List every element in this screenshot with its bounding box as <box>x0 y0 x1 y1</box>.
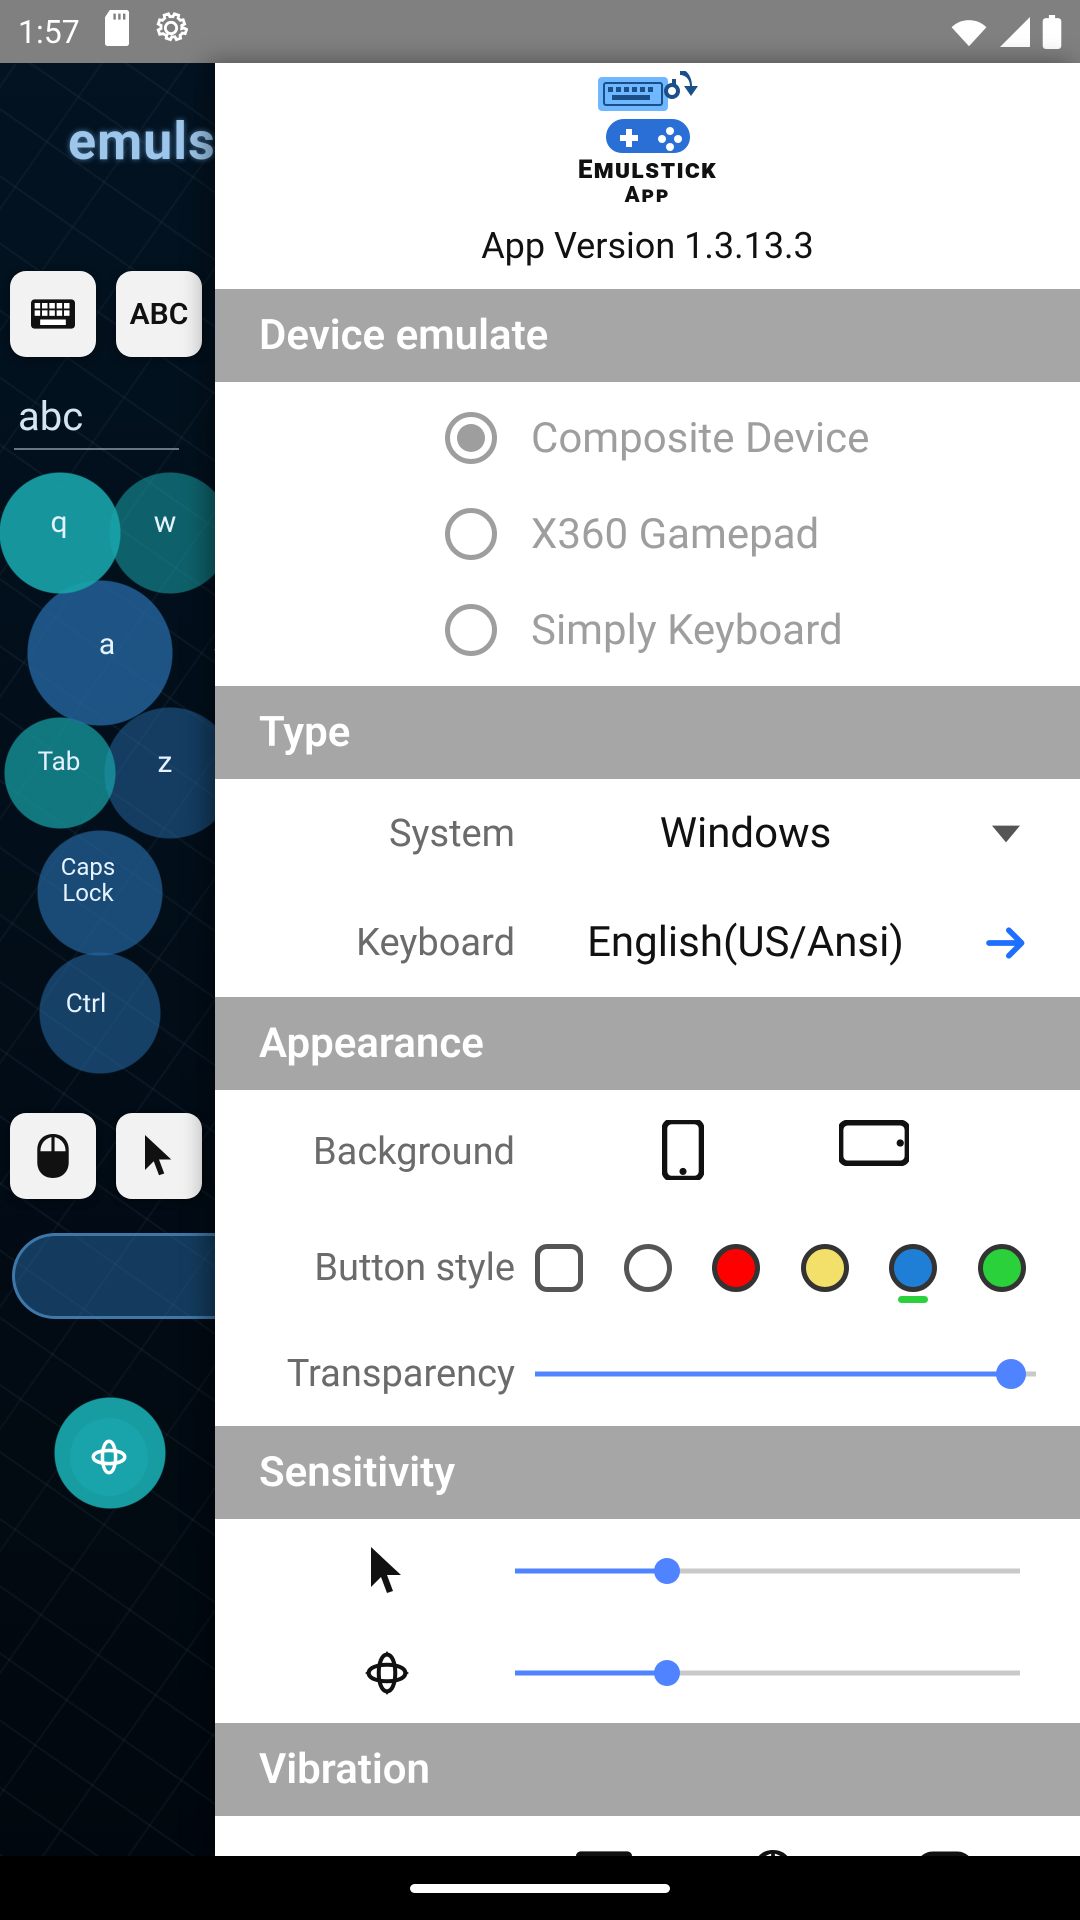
background-orientation-row: Background <box>215 1090 1080 1214</box>
landscape-orientation-button[interactable] <box>839 1120 909 1184</box>
bg-mouse-bar <box>12 1233 215 1319</box>
radio-button-icon <box>445 412 497 464</box>
radio-simply-keyboard[interactable]: Simply Keyboard <box>445 604 1080 656</box>
system-dropdown[interactable]: System Windows <box>215 779 1080 888</box>
system-label: System <box>259 812 515 856</box>
signal-icon <box>1000 17 1030 47</box>
cursor-icon <box>259 1547 515 1595</box>
arrow-right-icon <box>976 926 1036 960</box>
radio-composite-device[interactable]: Composite Device <box>445 412 1080 464</box>
bg-key-s: s <box>180 603 215 685</box>
sd-card-icon <box>102 10 132 54</box>
status-left: 1:57 <box>18 10 188 54</box>
section-header-type: Type <box>215 686 1080 779</box>
cursor-sensitivity-slider[interactable] <box>515 1556 1020 1586</box>
bg-key-q: q <box>20 483 98 561</box>
device-emulate-options: Composite Device X360 Gamepad Simply Key… <box>215 382 1080 686</box>
bg-key-z: z <box>126 723 204 801</box>
bg-mouse-button <box>10 1113 96 1199</box>
system-value: Windows <box>535 809 956 858</box>
cursor-sensitivity-row <box>215 1519 1080 1623</box>
portrait-orientation-button[interactable] <box>662 1120 704 1184</box>
app-name: Emulstick App <box>215 157 1080 207</box>
gear-icon <box>154 11 188 53</box>
radio-button-icon <box>445 508 497 560</box>
status-time: 1:57 <box>18 13 80 51</box>
chevron-down-icon <box>976 825 1036 843</box>
bg-key-ctrl: Ctrl <box>40 963 132 1045</box>
status-right <box>950 15 1062 49</box>
radio-label: Simply Keyboard <box>531 606 843 655</box>
section-header-vibration: Vibration <box>215 1723 1080 1816</box>
bg-abc-button: ABC <box>116 271 202 357</box>
button-style-label: Button style <box>259 1246 515 1290</box>
button-style-swatches <box>535 1244 1036 1292</box>
keyboard-value: English(US/Ansi) <box>535 918 956 967</box>
gyro-sensitivity-slider[interactable] <box>515 1658 1020 1688</box>
radio-button-icon <box>445 604 497 656</box>
keyboard-label: Keyboard <box>259 921 515 965</box>
app-name-line2: App <box>215 184 1080 207</box>
app-logo: Emulstick App <box>215 63 1080 207</box>
bg-key-caps: Caps Lock <box>36 833 140 927</box>
transparency-label: Transparency <box>259 1352 515 1396</box>
swatch-red[interactable] <box>712 1244 760 1292</box>
bg-key-a: a <box>66 603 148 685</box>
section-header-appearance: Appearance <box>215 997 1080 1090</box>
app-name-line1: Emulstick <box>215 157 1080 184</box>
bg-cursor-button <box>116 1113 202 1199</box>
button-style-row: Button style <box>215 1214 1080 1322</box>
battery-icon <box>1042 15 1062 49</box>
transparency-row: Transparency <box>215 1322 1080 1426</box>
radio-x360-gamepad[interactable]: X360 Gamepad <box>445 508 1080 560</box>
section-header-device-emulate: Device emulate <box>215 289 1080 382</box>
section-header-sensitivity: Sensitivity <box>215 1426 1080 1519</box>
bg-keyboard-button <box>10 271 96 357</box>
android-status-bar: 1:57 <box>0 0 1080 63</box>
keyboard-selector[interactable]: Keyboard English(US/Ansi) <box>215 888 1080 997</box>
transparency-slider[interactable] <box>535 1359 1036 1389</box>
gyro-icon <box>259 1651 515 1695</box>
swatch-circle-white[interactable] <box>624 1244 672 1292</box>
swatch-blue[interactable] <box>889 1244 937 1292</box>
bg-gyro-button <box>70 1418 148 1496</box>
background-label: Background <box>259 1130 515 1174</box>
app-version: App Version 1.3.13.3 <box>215 225 1080 267</box>
bg-key-tab: Tab <box>20 723 98 801</box>
background-app: emuls ABC abc q w a s Tab z Caps Lock Ct… <box>0 63 215 1856</box>
radio-label: Composite Device <box>531 414 869 463</box>
wifi-icon <box>950 17 988 47</box>
swatch-yellow[interactable] <box>801 1244 849 1292</box>
radio-label: X360 Gamepad <box>531 510 819 559</box>
vibration-row: On/Off <box>215 1816 1080 1856</box>
bg-text-field: abc <box>14 393 179 450</box>
android-nav-bar[interactable] <box>0 1856 1080 1920</box>
swatch-square-white[interactable] <box>535 1244 583 1292</box>
home-pill[interactable] <box>410 1884 670 1893</box>
background-app-title: emuls <box>68 111 215 172</box>
bg-key-w: w <box>126 483 204 561</box>
swatch-green[interactable] <box>978 1244 1026 1292</box>
settings-panel: Emulstick App App Version 1.3.13.3 Devic… <box>215 63 1080 1856</box>
gyro-sensitivity-row <box>215 1623 1080 1723</box>
